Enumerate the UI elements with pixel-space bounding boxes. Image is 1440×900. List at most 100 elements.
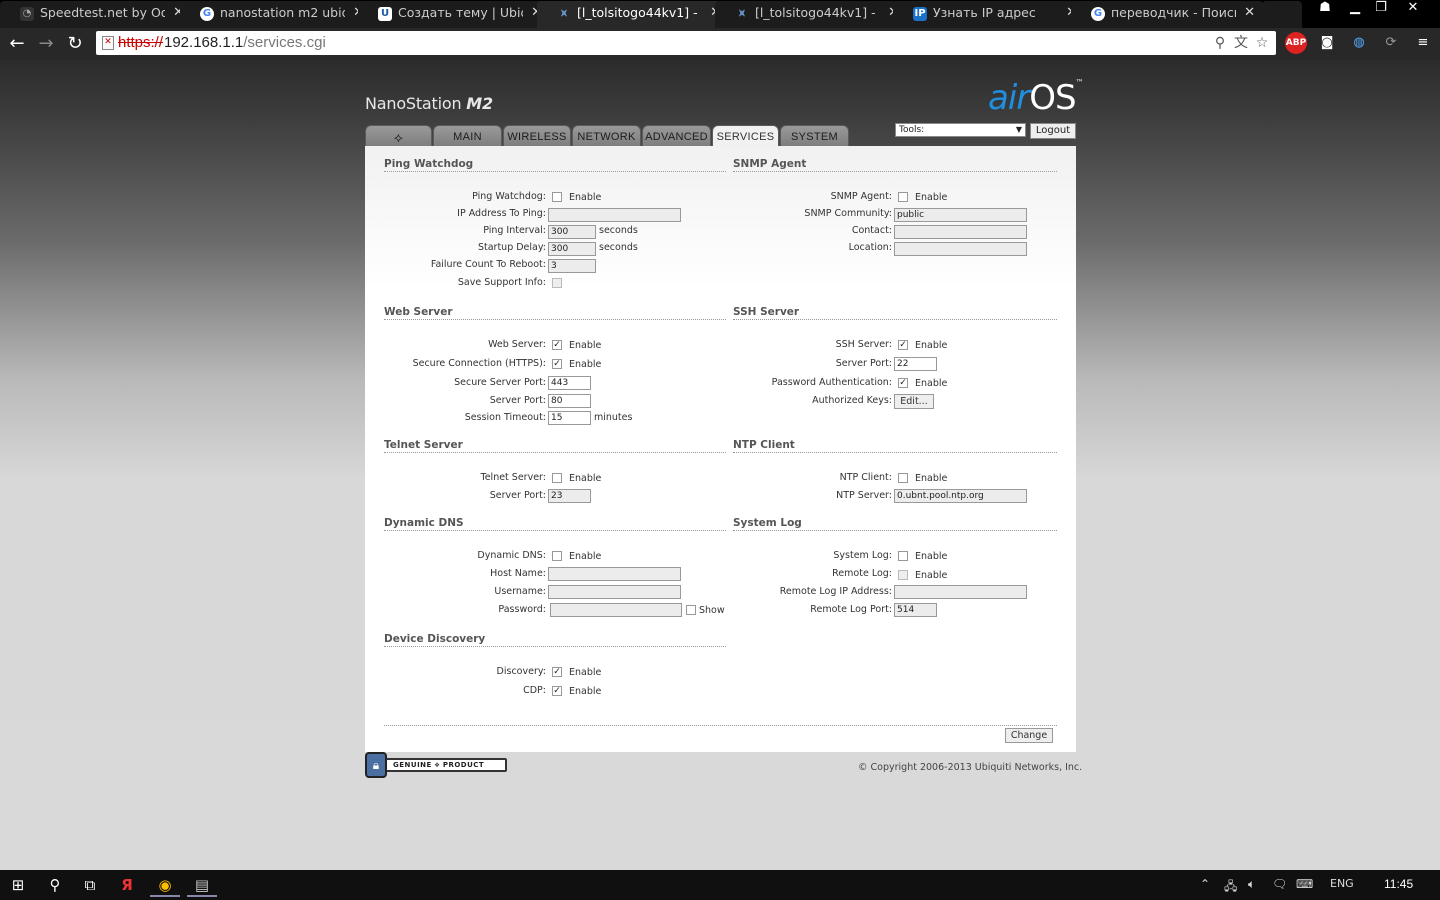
browser-tab[interactable]: ◔ Speedtest.net by Ookla ✕ — [0, 1, 192, 28]
web-server-checkbox[interactable]: ✓ — [552, 340, 562, 350]
browser-tab[interactable]: ⩙ [l_tolsitogo44kv1] - Wi ✕ — [715, 1, 907, 28]
tab-network[interactable]: NETWORK — [572, 125, 641, 147]
reload-icon[interactable]: ↻ — [63, 32, 87, 56]
secure-port-input[interactable]: 443 — [548, 376, 591, 390]
tools-dropdown[interactable]: Tools: ▼ — [895, 123, 1026, 137]
minimize-icon[interactable]: ▁ — [1342, 0, 1368, 18]
enable-label: Enable — [569, 686, 602, 697]
language-indicator[interactable]: ENG — [1330, 877, 1354, 890]
task-view-icon[interactable]: ⧉ — [75, 873, 105, 897]
ssh-port-input[interactable]: 22 — [894, 357, 937, 371]
back-icon[interactable]: ← — [5, 32, 29, 56]
telnet-port-label: Server Port: — [489, 490, 546, 501]
camera-icon[interactable]: ◙ — [1316, 32, 1338, 54]
password-auth-checkbox[interactable]: ✓ — [898, 378, 908, 388]
tab-ubiquiti-logo[interactable]: ⟡ — [365, 125, 432, 147]
remote-log-checkbox[interactable] — [898, 570, 908, 580]
web-port-input[interactable]: 80 — [548, 394, 591, 408]
startup-delay-input[interactable]: 300 — [548, 242, 596, 256]
translate-icon[interactable]: ⽂ — [1233, 35, 1249, 51]
ntp-client-checkbox[interactable] — [898, 473, 908, 483]
insecure-icon[interactable]: ✕ — [102, 36, 114, 50]
support-info-checkbox[interactable] — [552, 278, 562, 288]
ddns-checkbox[interactable] — [552, 551, 562, 561]
browser-tab[interactable]: G переводчик - Поиск в ✕ — [1071, 1, 1263, 28]
new-tab-button[interactable] — [1262, 1, 1302, 28]
snmp-location-input[interactable] — [894, 242, 1027, 256]
snmp-community-input[interactable]: public — [894, 208, 1027, 222]
show-password-checkbox[interactable] — [686, 605, 696, 615]
sync-icon[interactable]: ⟳ — [1380, 32, 1402, 54]
app-icon[interactable]: ▤ — [187, 873, 217, 897]
close-window-icon[interactable]: ✕ — [1400, 0, 1426, 18]
ping-interval-input[interactable]: 300 — [548, 225, 596, 239]
globe-icon[interactable]: ◍ — [1348, 32, 1370, 54]
tab-advanced[interactable]: ADVANCED — [642, 125, 711, 147]
ddns-host-input[interactable] — [548, 567, 681, 581]
browser-tab[interactable]: G nanostation m2 ubiquit ✕ — [180, 1, 372, 28]
snmp-agent-checkbox[interactable] — [898, 192, 908, 202]
ping-watchdog-checkbox[interactable] — [552, 192, 562, 202]
snmp-contact-input[interactable] — [894, 225, 1027, 239]
adblock-icon[interactable]: ABP — [1285, 32, 1307, 54]
logo-tm: ™ — [1075, 78, 1084, 87]
failure-count-input[interactable]: 3 — [548, 259, 596, 273]
search-icon[interactable]: ⚲ — [40, 873, 70, 897]
discovery-checkbox[interactable]: ✓ — [552, 667, 562, 677]
ubiquiti-icon: U — [378, 7, 392, 21]
tab-services[interactable]: SERVICES — [712, 125, 779, 148]
clock[interactable]: 11:45 — [1384, 877, 1413, 891]
telnet-port-input[interactable]: 23 — [548, 489, 591, 503]
product-model: M2 — [466, 94, 493, 113]
tab-main[interactable]: MAIN — [433, 125, 502, 147]
chrome-icon[interactable]: ◉ — [150, 873, 180, 897]
zoom-icon[interactable]: ⚲ — [1212, 35, 1228, 51]
remote-log-ip-input[interactable] — [894, 585, 1027, 599]
user-icon[interactable]: ☗ — [1312, 0, 1338, 18]
network-icon[interactable]: 🖧︎ — [1224, 877, 1237, 898]
chevron-up-icon[interactable]: ⌃ — [1200, 877, 1210, 891]
discovery-label: Discovery: — [496, 666, 546, 677]
tab-wireless[interactable]: WIRELESS — [503, 125, 571, 147]
ddns-username-input[interactable] — [548, 585, 681, 599]
remote-log-ip-label: Remote Log IP Address: — [779, 586, 892, 597]
url-text: 192.168.1.1/services.cgi — [164, 34, 326, 51]
close-icon[interactable]: ✕ — [1244, 1, 1255, 25]
divider — [384, 319, 726, 320]
tab-title: [l_tolsitogo44kv1] - Wi — [755, 5, 880, 20]
browser-tab[interactable]: IP Узнать IP адрес ✕ — [893, 1, 1085, 28]
ntp-server-input[interactable]: 0.ubnt.pool.ntp.org — [894, 489, 1027, 503]
cdp-checkbox[interactable]: ✓ — [552, 686, 562, 696]
bookmark-star-icon[interactable]: ☆ — [1254, 35, 1270, 51]
startup-delay-label: Startup Delay: — [477, 242, 546, 253]
tab-system[interactable]: SYSTEM — [780, 125, 849, 147]
change-button[interactable]: Change — [1005, 728, 1053, 743]
ddns-password-input[interactable] — [550, 603, 682, 617]
enable-label: Enable — [569, 551, 602, 562]
snmp-contact-label: Contact: — [851, 225, 892, 236]
address-bar[interactable]: ✕ https:// 192.168.1.1/services.cgi ⚲ ⽂ … — [96, 31, 1276, 55]
volume-icon[interactable]: 🔈︎ — [1248, 877, 1255, 892]
divider — [384, 530, 726, 531]
menu-icon[interactable]: ≡ — [1412, 32, 1434, 54]
browser-tab[interactable]: U Создать тему | Ubiquit ✕ — [358, 1, 550, 28]
telnet-server-checkbox[interactable] — [552, 473, 562, 483]
tab-title: переводчик - Поиск в — [1111, 5, 1236, 20]
system-log-checkbox[interactable] — [898, 551, 908, 561]
yandex-browser-icon[interactable]: Я — [112, 873, 142, 897]
enable-label: Enable — [915, 192, 948, 203]
https-checkbox[interactable]: ✓ — [552, 359, 562, 369]
session-timeout-input[interactable]: 15 — [548, 411, 591, 425]
browser-tab-active[interactable]: ⩙ [l_tolsitogo44kv1] - Ser ✕ — [537, 1, 729, 28]
ssh-server-checkbox[interactable]: ✓ — [898, 340, 908, 350]
windows-start-icon[interactable]: ⊞ — [3, 873, 33, 897]
logout-button[interactable]: Logout — [1030, 123, 1076, 139]
forward-icon[interactable]: → — [34, 32, 58, 56]
enable-label: Enable — [915, 340, 948, 351]
ping-ip-input[interactable] — [548, 208, 681, 222]
restore-icon[interactable]: ❐ — [1368, 0, 1394, 18]
edit-keys-button[interactable]: Edit... — [894, 394, 934, 409]
keyboard-icon[interactable]: ⌨ — [1296, 877, 1313, 891]
remote-log-port-input[interactable]: 514 — [894, 603, 937, 617]
notification-icon[interactable]: 🗨︎ — [1272, 877, 1287, 891]
